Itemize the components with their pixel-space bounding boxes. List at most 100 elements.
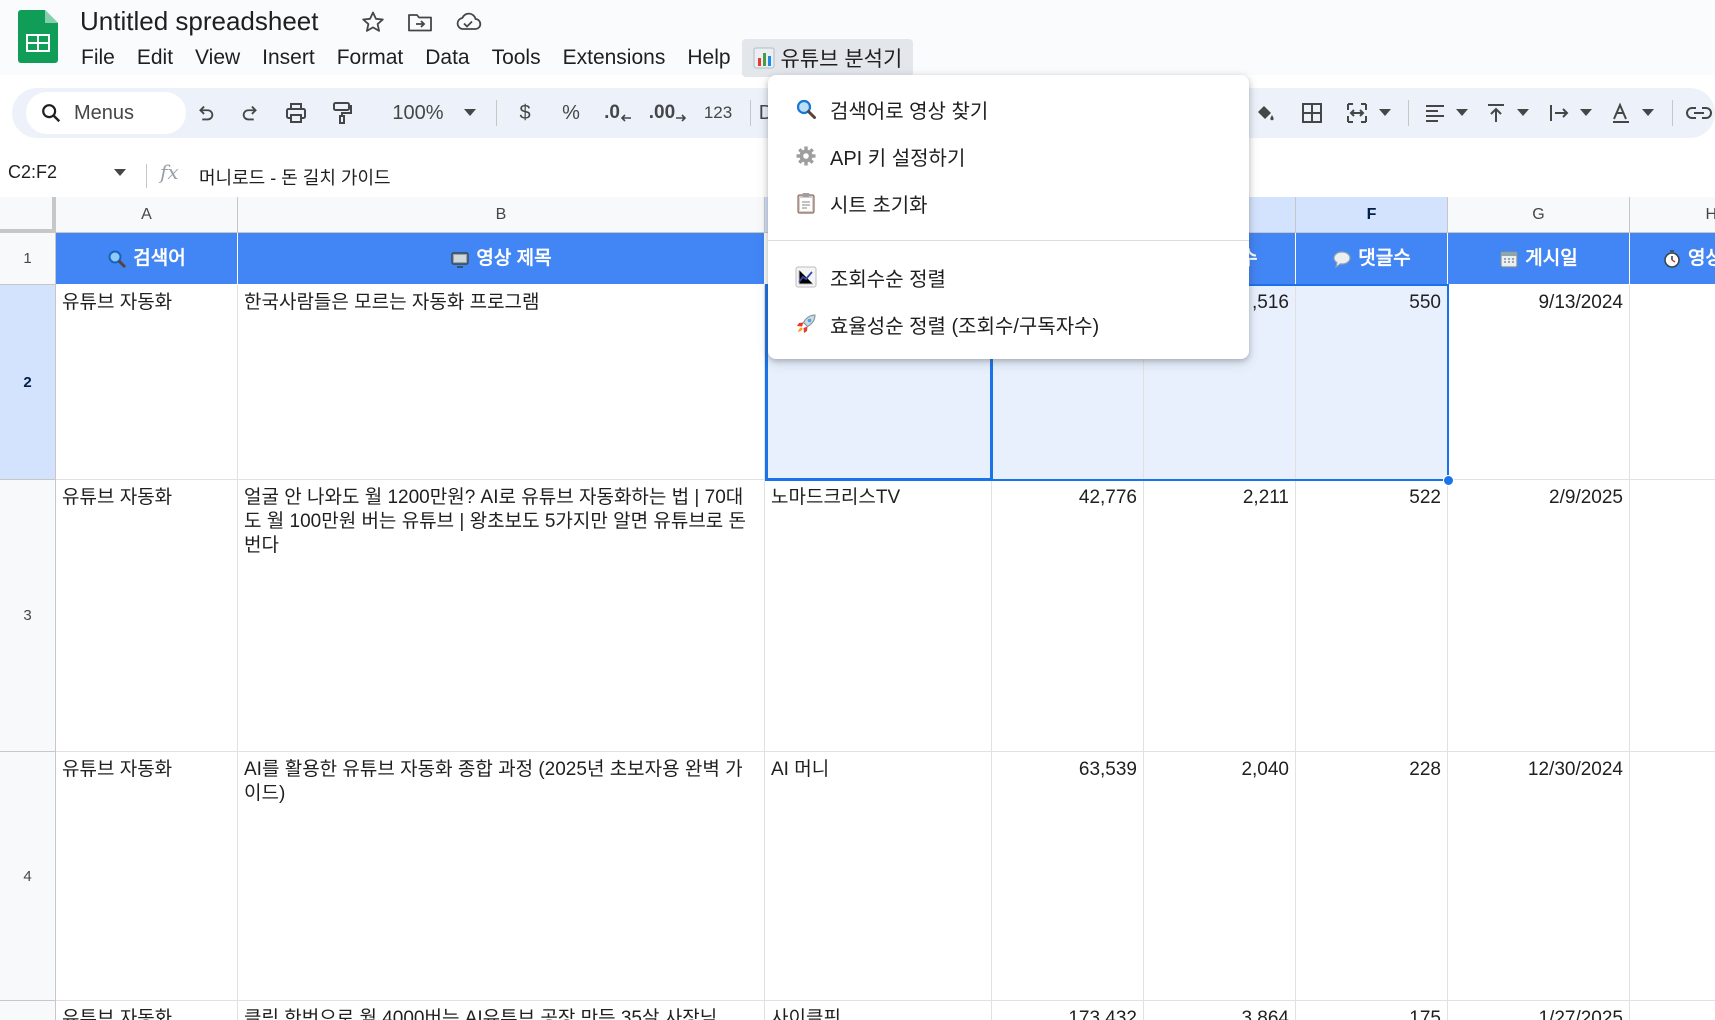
cell-f5[interactable]: 175	[1296, 1001, 1448, 1020]
cell-a3[interactable]: 유튜브 자동화	[56, 480, 238, 752]
header-cell-duration[interactable]: 영상	[1630, 233, 1715, 285]
menu-item-reset-sheet[interactable]: 시트 초기화	[768, 181, 1249, 225]
menu-view[interactable]: View	[184, 42, 251, 74]
cell-d4[interactable]: 63,539	[992, 752, 1144, 1001]
arrow-left-small-icon	[620, 114, 631, 122]
column-header-a[interactable]: A	[56, 197, 238, 233]
row-header-2[interactable]: 2	[0, 285, 56, 480]
column-header-g[interactable]: G	[1448, 197, 1630, 233]
cell-c4[interactable]: AI 머니	[765, 752, 992, 1001]
cell-g5[interactable]: 1/27/2025	[1448, 1001, 1630, 1020]
percent-format-button[interactable]: %	[556, 96, 586, 130]
name-box[interactable]: C2:F2	[8, 162, 57, 183]
wrap-dropdown-icon[interactable]	[1576, 96, 1596, 130]
cell-g3[interactable]: 2/9/2025	[1448, 480, 1630, 752]
header-cell-keyword[interactable]: 검색어	[56, 233, 238, 285]
cell-c3[interactable]: 노마드크리스TV	[765, 480, 992, 752]
zoom-select[interactable]: 100%	[374, 96, 462, 130]
cell-f3[interactable]: 522	[1296, 480, 1448, 752]
calendar-icon	[1500, 250, 1518, 268]
decrease-decimal-button[interactable]: .0	[600, 96, 636, 130]
header-cell-title[interactable]: 영상 제목	[238, 233, 765, 285]
menu-item-search-videos[interactable]: 검색어로 영상 찾기	[768, 87, 1249, 131]
paint-format-icon[interactable]	[325, 96, 359, 130]
cell-g4[interactable]: 12/30/2024	[1448, 752, 1630, 1001]
cell-e3[interactable]: 2,211	[1144, 480, 1296, 752]
cell-h5[interactable]	[1630, 1001, 1715, 1020]
menu-item-sort-efficiency-label: 효율성순 정렬 (조회수/구독자수)	[830, 315, 1100, 338]
cell-b3[interactable]: 얼굴 안 나와도 월 1200만원? AI로 유튜브 자동화하는 법 | 70대…	[238, 480, 765, 752]
cell-a2[interactable]: 유튜브 자동화	[56, 285, 238, 480]
row-header-5[interactable]: 5	[0, 1001, 56, 1020]
menu-insert[interactable]: Insert	[251, 42, 326, 74]
cell-c5[interactable]: 사이클핀	[765, 1001, 992, 1020]
cell-e4[interactable]: 2,040	[1144, 752, 1296, 1001]
rotation-dropdown-icon[interactable]	[1638, 96, 1658, 130]
menu-help[interactable]: Help	[676, 42, 741, 74]
cell-h3[interactable]	[1630, 480, 1715, 752]
cell-f2[interactable]: 550	[1296, 285, 1448, 480]
fill-color-icon[interactable]	[1248, 96, 1282, 130]
header-cell-date[interactable]: 게시일	[1448, 233, 1630, 285]
row-header-1[interactable]: 1	[0, 233, 56, 285]
menu-item-api-key[interactable]: API 키 설정하기	[768, 134, 1249, 178]
name-box-dropdown-icon[interactable]	[114, 169, 126, 177]
zoom-dropdown-icon[interactable]	[458, 96, 482, 130]
select-all-corner[interactable]	[0, 197, 56, 233]
cell-f4[interactable]: 228	[1296, 752, 1448, 1001]
menu-data[interactable]: Data	[414, 42, 480, 74]
row-header-3[interactable]: 3	[0, 480, 56, 752]
menus-search[interactable]: Menus	[26, 92, 186, 134]
menu-extensions[interactable]: Extensions	[552, 42, 677, 74]
menu-file[interactable]: File	[70, 42, 126, 74]
menu-youtube-analyzer[interactable]: 유튜브 분석기	[741, 39, 914, 77]
print-icon[interactable]	[279, 96, 313, 130]
menu-item-reset-sheet-label: 시트 초기화	[830, 194, 928, 217]
cell-e5[interactable]: 3,864	[1144, 1001, 1296, 1020]
text-wrapping-icon[interactable]	[1542, 96, 1576, 130]
merge-dropdown-icon[interactable]	[1375, 96, 1395, 130]
text-rotation-icon[interactable]	[1604, 96, 1638, 130]
document-title[interactable]: Untitled spreadsheet	[80, 6, 318, 37]
valign-dropdown-icon[interactable]	[1513, 96, 1533, 130]
menu-item-sort-views[interactable]: 조회수순 정렬	[768, 255, 1249, 299]
cell-d3[interactable]: 42,776	[992, 480, 1144, 752]
cell-b4[interactable]: AI를 활용한 유튜브 자동화 종합 과정 (2025년 초보자용 완벽 가이드…	[238, 752, 765, 1001]
cell-h4[interactable]	[1630, 752, 1715, 1001]
insert-link-icon[interactable]	[1682, 96, 1715, 130]
increase-decimal-button[interactable]: .00	[648, 96, 688, 130]
redo-icon[interactable]	[234, 96, 268, 130]
column-header-f[interactable]: F	[1296, 197, 1448, 233]
toolbar-separator	[750, 100, 751, 126]
cell-h2[interactable]	[1630, 285, 1715, 480]
undo-icon[interactable]	[188, 96, 222, 130]
menu-edit[interactable]: Edit	[126, 42, 184, 74]
sheets-logo-icon[interactable]	[18, 10, 58, 63]
merge-cells-icon[interactable]	[1340, 96, 1374, 130]
menu-item-sort-efficiency[interactable]: 효율성순 정렬 (조회수/구독자수)	[768, 302, 1249, 346]
cell-g2[interactable]: 9/13/2024	[1448, 285, 1630, 480]
cell-a5[interactable]: 유튜브 자동화	[56, 1001, 238, 1020]
cell-b2[interactable]: 한국사람들은 모르는 자동화 프로그램	[238, 285, 765, 480]
formula-input[interactable]: 머니로드 - 돈 길치 가이드	[199, 164, 391, 190]
move-folder-icon[interactable]	[406, 8, 434, 36]
vertical-align-icon[interactable]	[1479, 96, 1513, 130]
borders-icon[interactable]	[1295, 96, 1329, 130]
row-header-4[interactable]: 4	[0, 752, 56, 1001]
currency-format-button[interactable]: $	[510, 96, 540, 130]
arrow-right-small-icon	[676, 114, 687, 122]
menu-format[interactable]: Format	[326, 42, 415, 74]
column-header-h[interactable]: H	[1630, 197, 1715, 233]
cell-b5[interactable]: 클릭 한번으로 월 4000버는 AI유튜브 공장 만든 35살 사장님	[238, 1001, 765, 1020]
cell-d5[interactable]: 173,432	[992, 1001, 1144, 1020]
number-format-button[interactable]: 123	[698, 96, 738, 130]
align-dropdown-icon[interactable]	[1452, 96, 1472, 130]
horizontal-align-icon[interactable]	[1418, 96, 1452, 130]
cell-a4[interactable]: 유튜브 자동화	[56, 752, 238, 1001]
fill-handle[interactable]	[1443, 475, 1454, 486]
cloud-saved-icon[interactable]	[454, 8, 482, 36]
header-cell-comments[interactable]: 댓글수	[1296, 233, 1448, 285]
star-icon[interactable]	[359, 8, 387, 36]
column-header-b[interactable]: B	[238, 197, 765, 233]
menu-tools[interactable]: Tools	[481, 42, 552, 74]
